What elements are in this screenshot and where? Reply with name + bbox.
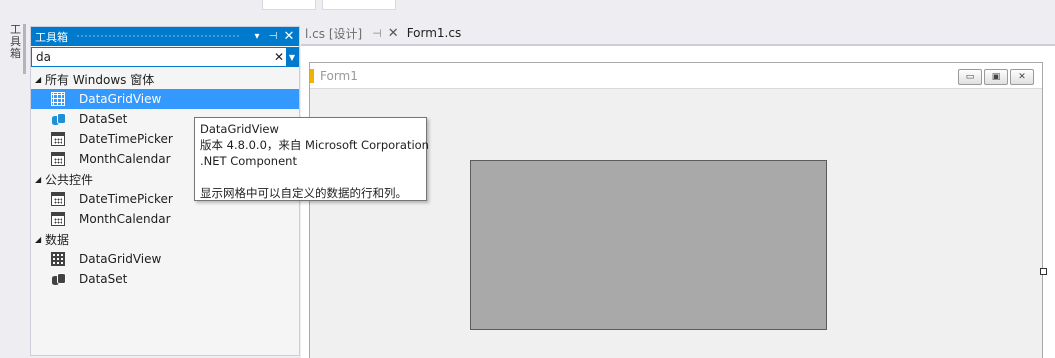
item-label: DataGridView [79,92,162,106]
tab-form1-code[interactable]: Form1.cs [403,23,466,43]
tooltip-spacer [200,169,421,185]
close-tab-icon[interactable]: ✕ [388,26,399,41]
toolbox-search-box: ✕ ▼ [31,47,299,67]
datetimepicker-icon [51,132,65,146]
collapse-triangle-icon[interactable]: ◢ [35,175,45,184]
form-title-bar[interactable]: Form1 ▭ ▣ ✕ [310,63,1042,89]
datagridview-icon [51,92,65,106]
toolbox-item-monthcalendar[interactable]: MonthCalendar [31,209,299,229]
toolbox-item-datagridview[interactable]: DataGridView [31,89,299,109]
item-label: DataGridView [79,252,162,266]
datagridview-icon [51,252,65,266]
group-label: 公共控件 [45,172,94,187]
close-icon[interactable]: ✕ [281,29,297,44]
maximize-button[interactable]: ▣ [984,69,1008,85]
monthcalendar-icon [51,152,65,166]
search-dropdown-icon[interactable]: ▼ [286,48,298,66]
toolbox-title-bar[interactable]: 工具箱 ▾ ⊣ ✕ [31,27,299,46]
menu-stub [322,0,396,10]
toolbox-dock-tab[interactable]: 工 具 箱 [8,24,26,74]
title-grip [76,34,241,39]
window-position-dropdown-icon[interactable]: ▾ [249,31,265,42]
pin-tab-icon[interactable]: ⊣ [372,27,382,40]
item-label: DataSet [79,272,128,286]
left-dock-bar: 工 具 箱 [0,14,30,358]
dataset-icon [51,272,66,286]
item-label: MonthCalendar [79,152,171,166]
item-label: MonthCalendar [79,212,171,226]
group-header-all-windows-forms[interactable]: ◢ 所有 Windows 窗体 [31,69,299,89]
form-title: Form1 [320,68,358,83]
group-header-data[interactable]: ◢ 数据 [31,229,299,249]
item-label: DataSet [79,112,128,126]
toolbox-search-input[interactable] [32,48,272,66]
menu-stub [262,0,316,10]
toolbox-title: 工具箱 [35,30,68,44]
item-label: DateTimePicker [79,192,173,206]
toolbox-item-tooltip: DataGridView 版本 4.8.0.0，来自 Microsoft Cor… [194,117,429,201]
datetimepicker-icon [51,192,65,206]
dataset-icon [51,112,66,126]
tooltip-description: 显示网格中可以自定义的数据的行和列。 [200,186,407,200]
top-strip [0,0,1055,14]
group-label: 数据 [45,232,70,247]
toolbox-item-datagridview[interactable]: DataGridView [31,249,299,269]
dock-tab-char: 箱 [10,47,21,60]
close-button[interactable]: ✕ [1010,69,1034,85]
form-window[interactable]: Form1 ▭ ▣ ✕ [309,62,1043,358]
collapse-triangle-icon[interactable]: ◢ [35,235,45,244]
minimize-button[interactable]: ▭ [958,69,982,85]
tooltip-version: 版本 4.8.0.0，来自 Microsoft Corporation [200,138,429,152]
auto-hide-pin-icon[interactable]: ⊣ [265,31,281,42]
item-label: DateTimePicker [79,132,173,146]
group-label: 所有 Windows 窗体 [45,72,155,87]
datagridview-control[interactable] [470,160,827,330]
clear-search-icon[interactable]: ✕ [272,50,286,64]
caption-buttons: ▭ ▣ ✕ [958,69,1034,85]
collapse-triangle-icon[interactable]: ◢ [35,75,45,84]
form-icon [310,68,314,83]
document-tab-strip: l.cs [设计] ⊣ ✕ Form1.cs [301,22,1055,44]
tab-label: Form1.cs [406,26,462,40]
monthcalendar-icon [51,212,65,226]
toolbox-item-dataset[interactable]: DataSet [31,269,299,289]
tooltip-component: .NET Component [200,154,297,168]
tooltip-name: DataGridView [200,122,279,136]
tab-label: l.cs [设计] [305,26,363,41]
resize-handle[interactable] [1040,268,1047,275]
tab-form1-designer[interactable]: l.cs [设计] ⊣ ✕ [301,23,403,43]
